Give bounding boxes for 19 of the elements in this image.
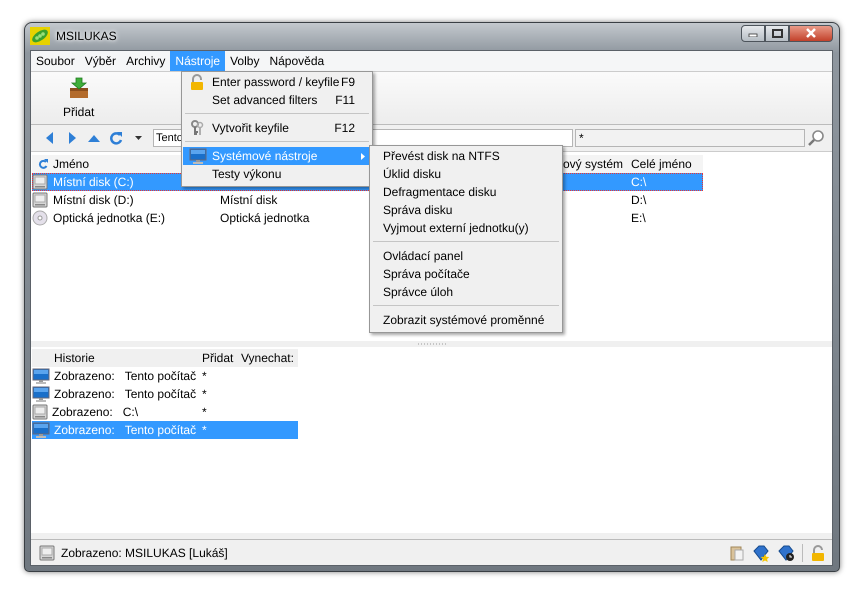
drive-type: Místní disk <box>220 193 278 207</box>
drive-path: C:\ <box>631 175 646 189</box>
window-title: MSILUKAS <box>56 29 117 43</box>
history-add: * <box>202 423 208 437</box>
history-action: Zobrazeno: <box>52 405 113 419</box>
history-target: Tento počítač <box>124 387 196 401</box>
drive-path: D:\ <box>631 193 646 207</box>
history-action: Zobrazeno: <box>54 369 115 383</box>
history-add: * <box>202 405 208 419</box>
history-add: * <box>202 387 208 401</box>
history-action: Zobrazeno: <box>54 423 115 437</box>
history-target: Tento počítač <box>124 369 196 383</box>
history-target: Tento počítač <box>124 423 196 437</box>
drive-path: E:\ <box>631 211 646 225</box>
drive-type: Optická jednotka <box>220 211 310 225</box>
history-target: C:\ <box>122 405 138 419</box>
history-add: * <box>202 369 208 383</box>
history-action: Zobrazeno: <box>54 387 115 401</box>
status-text: Zobrazeno: MSILUKAS [Lukáš] <box>61 546 228 560</box>
